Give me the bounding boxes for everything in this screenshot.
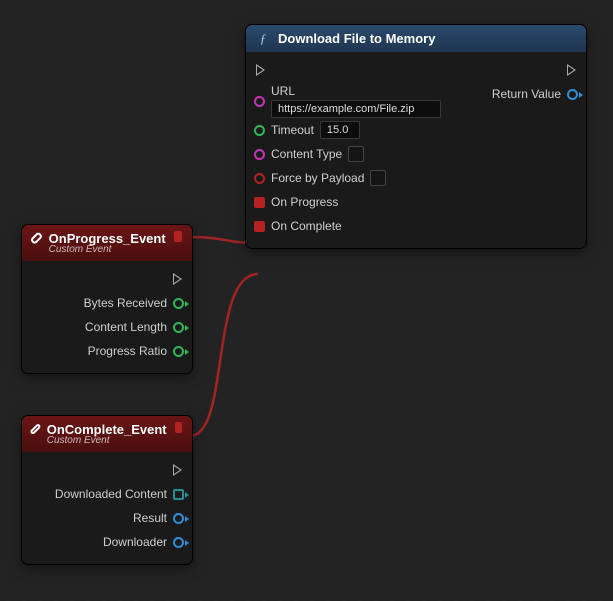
string-pin-icon: [254, 96, 265, 107]
timeout-pin[interactable]: Timeout: [254, 120, 360, 140]
bytes-received-label: Bytes Received: [84, 296, 167, 310]
delegate-out-pin[interactable]: [175, 422, 182, 433]
url-input[interactable]: [271, 100, 441, 118]
content-length-label: Content Length: [85, 320, 167, 334]
delegate-out-pin[interactable]: [174, 231, 182, 242]
on-complete-label: On Complete: [271, 219, 342, 233]
timeout-label: Timeout: [271, 123, 314, 137]
content-type-input[interactable]: [348, 146, 364, 162]
node-subtitle: Custom Event: [47, 435, 167, 446]
timeout-input[interactable]: [320, 121, 360, 139]
node-title: Download File to Memory: [278, 31, 435, 46]
on-progress-pin[interactable]: On Progress: [254, 192, 338, 212]
exec-in-pin[interactable]: [254, 60, 267, 80]
downloader-label: Downloader: [103, 535, 167, 549]
result-pin[interactable]: Result: [133, 508, 184, 528]
bytes-received-pin[interactable]: Bytes Received: [84, 293, 184, 313]
node-header[interactable]: OnProgress_Event Custom Event: [22, 225, 192, 261]
event-icon: [32, 231, 41, 245]
force-by-payload-label: Force by Payload: [271, 171, 364, 185]
force-by-payload-pin[interactable]: Force by Payload: [254, 168, 386, 188]
struct-pin-icon: [173, 489, 184, 500]
url-label: URL: [271, 84, 441, 98]
return-value-pin[interactable]: Return Value: [492, 84, 578, 104]
content-length-pin[interactable]: Content Length: [85, 317, 184, 337]
object-pin-icon: [173, 537, 184, 548]
node-subtitle: Custom Event: [49, 244, 166, 255]
progress-ratio-pin[interactable]: Progress Ratio: [88, 341, 184, 361]
exec-out-pin[interactable]: [171, 460, 184, 480]
on-progress-label: On Progress: [271, 195, 338, 209]
bool-pin-icon: [254, 173, 265, 184]
exec-out-pin[interactable]: [171, 269, 184, 289]
node-on-progress-event[interactable]: OnProgress_Event Custom Event Bytes Rece…: [22, 225, 192, 373]
float-pin-icon: [173, 298, 184, 309]
url-pin[interactable]: URL: [254, 84, 441, 118]
return-value-label: Return Value: [492, 87, 561, 101]
on-complete-pin[interactable]: On Complete: [254, 216, 342, 236]
node-body: Downloaded Content Result Downloader: [22, 452, 192, 564]
event-icon: [32, 422, 39, 436]
exec-icon: [173, 464, 182, 476]
result-label: Result: [133, 511, 167, 525]
downloaded-content-label: Downloaded Content: [55, 487, 167, 501]
downloader-pin[interactable]: Downloader: [103, 532, 184, 552]
node-download-file-to-memory[interactable]: ƒ Download File to Memory URL Return Val…: [246, 25, 586, 248]
float-pin-icon: [254, 125, 265, 136]
float-pin-icon: [173, 322, 184, 333]
node-body: Bytes Received Content Length Progress R…: [22, 261, 192, 373]
force-by-payload-checkbox[interactable]: [370, 170, 386, 186]
delegate-pin-icon: [254, 197, 265, 208]
enum-pin-icon: [173, 513, 184, 524]
node-on-complete-event[interactable]: OnComplete_Event Custom Event Downloaded…: [22, 416, 192, 564]
downloaded-content-pin[interactable]: Downloaded Content: [55, 484, 184, 504]
node-header[interactable]: ƒ Download File to Memory: [246, 25, 586, 52]
exec-icon: [173, 273, 182, 285]
exec-icon: [256, 64, 265, 76]
node-body: URL Return Value Timeout Content Type: [246, 52, 586, 248]
string-pin-icon: [254, 149, 265, 160]
exec-out-pin[interactable]: [565, 60, 578, 80]
content-type-label: Content Type: [271, 147, 342, 161]
node-header[interactable]: OnComplete_Event Custom Event: [22, 416, 192, 452]
function-icon: ƒ: [256, 32, 270, 46]
float-pin-icon: [173, 346, 184, 357]
delegate-pin-icon: [254, 221, 265, 232]
object-pin-icon: [567, 89, 578, 100]
exec-icon: [567, 64, 576, 76]
progress-ratio-label: Progress Ratio: [88, 344, 167, 358]
content-type-pin[interactable]: Content Type: [254, 144, 364, 164]
